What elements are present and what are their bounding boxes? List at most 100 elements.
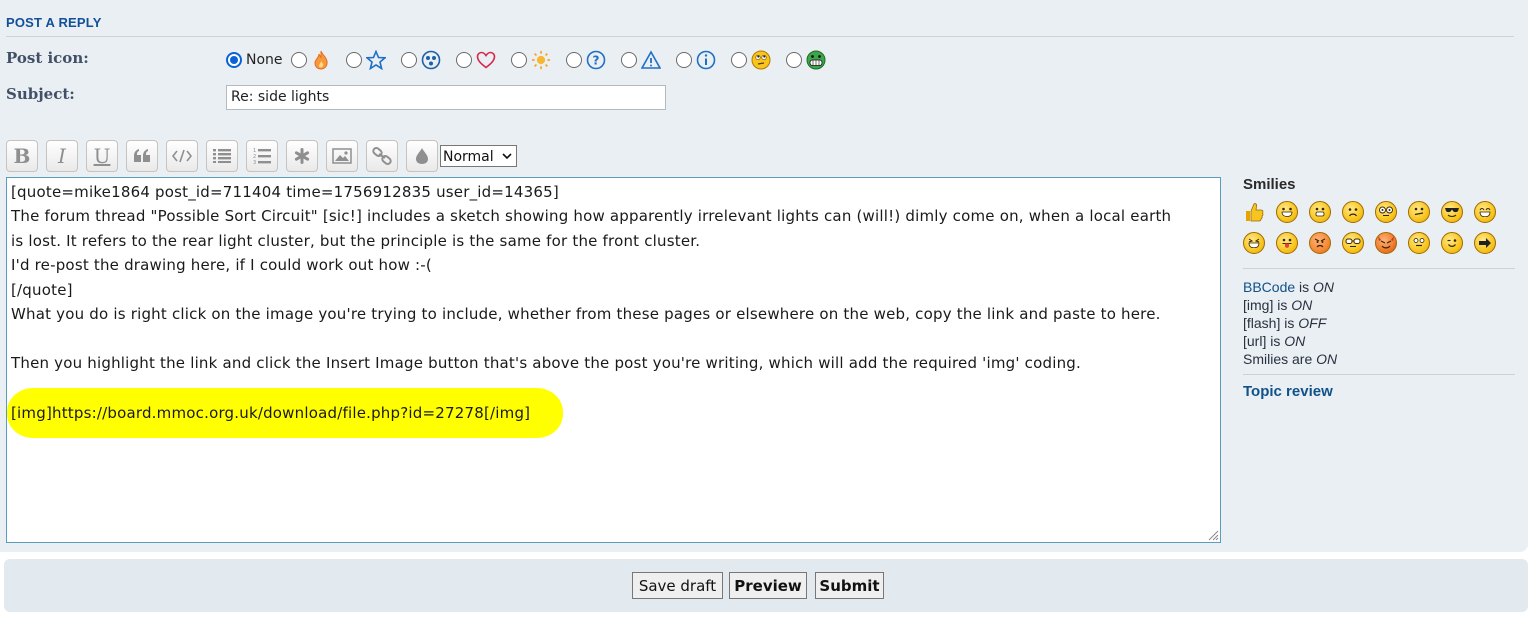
- status-text: [flash] is: [1243, 315, 1299, 331]
- question-icon: ?: [586, 50, 606, 70]
- sidebar: Smilies BBCode is ON [img] is ON [flash]…: [1243, 176, 1515, 400]
- status-text: [img] is: [1243, 297, 1292, 313]
- numbered-list-icon: 123: [253, 148, 271, 164]
- laugh-smiley-icon[interactable]: [1474, 201, 1496, 223]
- warning-icon: [640, 50, 661, 70]
- post-icon-radio-star[interactable]: [345, 52, 362, 68]
- editor-line: I'd re-post the drawing here, if I could…: [11, 256, 432, 274]
- post-reply-panel: POST A REPLY Post icon: None ? Subject: …: [0, 0, 1528, 552]
- geek-smiley-icon[interactable]: [1375, 201, 1397, 223]
- font-size-value: Normal: [443, 148, 494, 165]
- happy-smiley-icon[interactable]: [1309, 201, 1331, 223]
- cool-smiley-icon[interactable]: [1441, 201, 1463, 223]
- evil-smiley-icon[interactable]: [1375, 232, 1397, 254]
- status-value: OFF: [1298, 315, 1327, 331]
- mad-smiley-icon[interactable]: [1309, 232, 1331, 254]
- eek-smiley-icon[interactable]: [1408, 232, 1430, 254]
- save-draft-button[interactable]: Save draft: [632, 572, 723, 599]
- underline-button[interactable]: U: [86, 140, 118, 172]
- grin-icon: [806, 50, 826, 70]
- bbcode-toolbar: B I U 123 Normal: [6, 140, 517, 172]
- flash-status: [flash] is OFF: [1243, 314, 1515, 332]
- image-icon: [332, 148, 352, 164]
- lol-smiley-icon[interactable]: [1243, 232, 1265, 254]
- resize-handle-icon[interactable]: [1207, 529, 1219, 541]
- quote-icon: [134, 149, 150, 162]
- post-icon-radio-biohazard[interactable]: [400, 52, 417, 68]
- image-button[interactable]: [326, 140, 358, 172]
- post-icon-radio-none[interactable]: [226, 52, 242, 68]
- editor-line: [/quote]: [11, 281, 73, 299]
- post-icon-label: Post icon:: [6, 49, 89, 67]
- post-icon-options: None ?: [226, 49, 841, 71]
- wink-smiley-icon[interactable]: [1441, 232, 1463, 254]
- rolling-eyes-icon: [751, 50, 771, 70]
- bold-icon: B: [13, 144, 31, 168]
- heart-icon: [476, 50, 496, 70]
- divider: [1243, 374, 1515, 375]
- panel-title: POST A REPLY: [6, 15, 102, 30]
- smilies-title: Smilies: [1243, 176, 1296, 193]
- thumbs-up-icon[interactable]: [1243, 201, 1265, 223]
- post-icon-radio-question[interactable]: [565, 52, 582, 68]
- smilies-grid: [1243, 201, 1515, 254]
- editor-line: The forum thread "Possible Sort Circuit"…: [11, 207, 1172, 225]
- preview-button[interactable]: Preview: [729, 572, 807, 599]
- status-text: [url] is: [1243, 333, 1285, 349]
- code-icon: [172, 149, 192, 163]
- info-icon: [696, 50, 716, 70]
- razz-smiley-icon[interactable]: [1276, 232, 1298, 254]
- svg-text:?: ?: [592, 54, 599, 68]
- code-button[interactable]: [166, 140, 198, 172]
- status-text: is: [1295, 279, 1314, 295]
- sun-icon: [531, 50, 551, 70]
- message-textarea[interactable]: [quote=mike1864 post_id=711404 time=1756…: [6, 177, 1221, 543]
- topic-review-link[interactable]: Topic review: [1243, 383, 1515, 400]
- chevron-down-icon: [502, 153, 512, 160]
- list-icon: [213, 149, 231, 163]
- post-icon-radio-warning[interactable]: [620, 52, 637, 68]
- sad-smiley-icon[interactable]: [1342, 201, 1364, 223]
- list-item-button[interactable]: [286, 140, 318, 172]
- post-icon-radio-sun[interactable]: [510, 52, 527, 68]
- divider: [1243, 268, 1515, 269]
- geek-glasses-smiley-icon[interactable]: [1342, 232, 1364, 254]
- bold-button[interactable]: B: [6, 140, 38, 172]
- submit-button[interactable]: Submit: [815, 572, 884, 599]
- link-icon: [372, 147, 392, 165]
- img-status: [img] is ON: [1243, 296, 1515, 314]
- underline-icon: U: [93, 144, 111, 168]
- bbcode-link[interactable]: BBCode: [1243, 279, 1295, 295]
- post-icon-radio-flame[interactable]: [290, 52, 307, 68]
- italic-icon: I: [58, 144, 66, 168]
- biohazard-icon: [421, 50, 441, 70]
- editor-line: [quote=mike1864 post_id=711404 time=1756…: [11, 183, 559, 201]
- droplet-icon: [416, 148, 428, 164]
- list-button[interactable]: [206, 140, 238, 172]
- editor-line: [img]https://board.mmoc.org.uk/download/…: [11, 404, 531, 422]
- post-icon-radio-grin[interactable]: [785, 52, 802, 68]
- post-icon-radio-rolling-eyes[interactable]: [730, 52, 747, 68]
- post-icon-radio-heart[interactable]: [455, 52, 472, 68]
- post-icon-none-label: None: [246, 52, 283, 68]
- post-icon-radio-info[interactable]: [675, 52, 692, 68]
- editor-line: What you do is right click on the image …: [11, 305, 1161, 323]
- confused-smiley-icon[interactable]: [1408, 201, 1430, 223]
- color-button[interactable]: [406, 140, 438, 172]
- submit-buttons-bar: Save draft Preview Submit: [4, 559, 1528, 612]
- numbered-list-button[interactable]: 123: [246, 140, 278, 172]
- svg-text:3: 3: [253, 160, 256, 164]
- url-status: [url] is ON: [1243, 332, 1515, 350]
- flame-icon: [311, 50, 331, 70]
- status-value: ON: [1291, 297, 1313, 313]
- smilies-status: Smilies are ON: [1243, 350, 1515, 368]
- arrow-smiley-icon[interactable]: [1474, 232, 1496, 254]
- subject-input[interactable]: Re: side lights: [226, 85, 666, 110]
- grin-smiley-icon[interactable]: [1276, 201, 1298, 223]
- link-button[interactable]: [366, 140, 398, 172]
- italic-button[interactable]: I: [46, 140, 78, 172]
- quote-button[interactable]: [126, 140, 158, 172]
- font-size-select[interactable]: Normal: [440, 145, 517, 167]
- divider: [6, 36, 1514, 37]
- star-icon: [365, 50, 386, 70]
